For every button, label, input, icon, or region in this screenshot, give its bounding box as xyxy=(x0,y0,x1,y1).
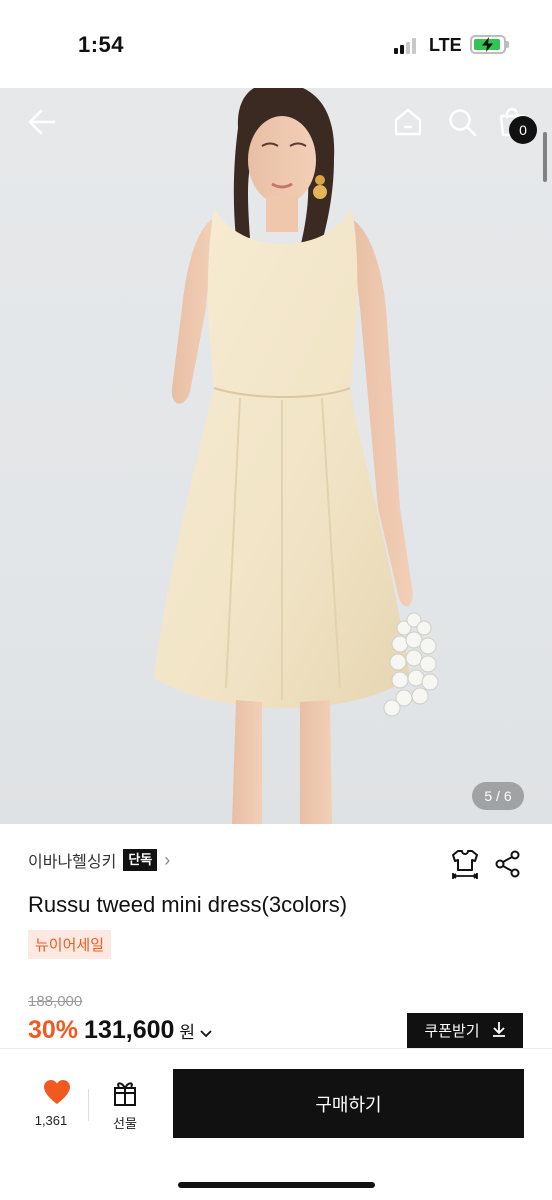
home-icon[interactable] xyxy=(392,106,424,138)
gallery-page-indicator: 5 / 6 xyxy=(472,782,524,810)
brand-name: 이바나헬싱키 xyxy=(28,854,117,871)
product-photo xyxy=(154,88,439,824)
sale-price: 131,600 xyxy=(84,1016,175,1044)
scroll-indicator xyxy=(543,132,547,182)
product-image-gallery[interactable]: 0 5 / 6 xyxy=(0,88,552,824)
gift-label: 선물 xyxy=(113,1116,137,1131)
status-bar: 1:54 LTE xyxy=(0,0,552,88)
status-time: 1:54 xyxy=(78,32,125,57)
product-info: 이바나헬싱키 단독 › Russu tweed mini dress(3colo… xyxy=(0,824,552,1048)
back-arrow-icon[interactable] xyxy=(26,106,58,138)
price-row[interactable]: 30% 131,600 원 xyxy=(28,1016,212,1045)
gift-icon xyxy=(114,1082,136,1106)
sale-event-tag: 뉴이어세일 xyxy=(28,930,112,959)
original-price: 188,000 xyxy=(28,993,83,1010)
coupon-button-label: 쿠폰받기 xyxy=(424,1023,480,1040)
brand-link[interactable]: 이바나헬싱키 단독 › xyxy=(28,848,170,872)
share-icon[interactable] xyxy=(494,850,522,878)
gift-button[interactable]: 선물 xyxy=(104,1079,146,1135)
discount-rate: 30% xyxy=(28,1016,79,1044)
network-type: LTE xyxy=(429,35,462,55)
heart-icon xyxy=(43,1080,70,1104)
buy-button[interactable]: 구매하기 xyxy=(173,1069,524,1138)
like-count: 1,361 xyxy=(34,1113,68,1128)
battery-icon xyxy=(470,35,509,54)
bottom-action-bar: 1,361 선물 구매하기 xyxy=(0,1048,552,1200)
coupon-download-button[interactable]: 쿠폰받기 xyxy=(407,1013,523,1048)
charging-bolt-icon xyxy=(482,37,493,52)
download-icon xyxy=(492,1021,506,1041)
chevron-right-icon: › xyxy=(164,849,171,870)
chevron-down-icon[interactable] xyxy=(200,1025,212,1041)
divider xyxy=(88,1089,89,1121)
cart-count-badge: 0 xyxy=(509,116,537,144)
size-guide-icon[interactable] xyxy=(450,848,480,880)
like-button[interactable]: 1,361 xyxy=(26,1079,76,1135)
exclusive-badge: 단독 xyxy=(123,849,158,871)
home-indicator xyxy=(178,1182,375,1188)
currency-label: 원 xyxy=(179,1023,196,1042)
search-icon[interactable] xyxy=(446,106,478,138)
cellular-signal-icon xyxy=(394,38,420,54)
product-title: Russu tweed mini dress(3colors) xyxy=(28,892,348,917)
